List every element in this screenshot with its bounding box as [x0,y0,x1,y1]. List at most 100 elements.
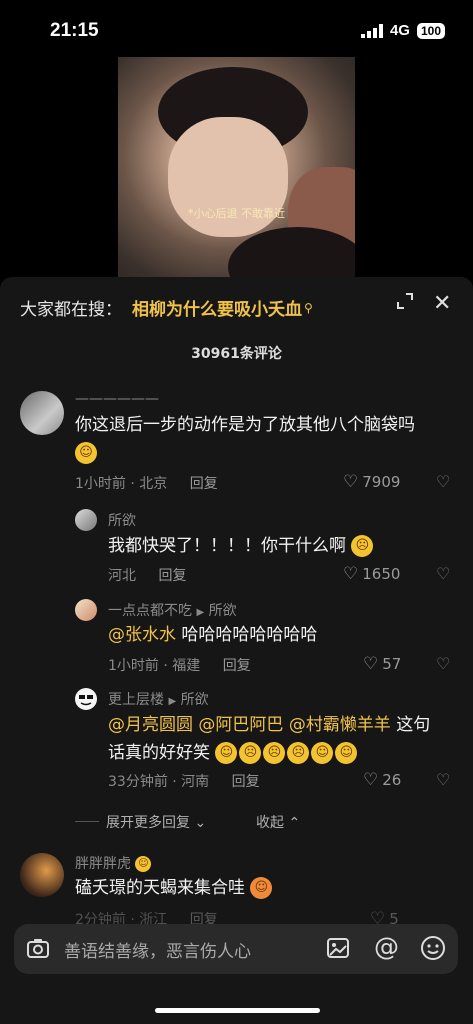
reply-author-name: 更上层楼 [108,692,164,708]
avatar[interactable] [75,599,97,621]
mention-icon[interactable]: @ [374,932,399,961]
comment-meta: 河北 回复 [108,565,186,585]
heart-icon: ♡ [363,770,379,790]
comment-time-location: 1小时前 · 福建 [108,658,201,674]
home-indicator[interactable] [155,1008,320,1013]
mention-link[interactable]: @阿巴阿巴 [198,715,283,735]
dislike-icon[interactable]: ♡ [436,472,450,491]
comment-author[interactable]: —————— [75,391,159,407]
comment-meta: 33分钟前 · 河南 回复 [108,771,260,791]
reply-target-name: 所欲 [180,692,209,708]
heart-icon: ♡ [363,654,379,674]
search-prefix: 大家都在搜： [20,300,122,320]
dislike-icon[interactable]: ♡ [436,564,450,583]
comment-text: @张水水 哈哈哈哈哈哈哈哈 [108,621,448,649]
collapse-button[interactable]: 收起 ⌃ [256,812,300,832]
comment-author[interactable]: 胖胖胖虎 ☺ [75,853,153,873]
comment-meta: 1小时前 · 北京 回复 [75,473,218,493]
dislike-icon[interactable]: ♡ [436,770,450,789]
battery-indicator: 100 [416,22,445,39]
mention-link[interactable]: @张水水 [108,625,176,645]
comment-text: 我都快哭了！！！！你干什么啊 ☹ [108,532,448,560]
comment-input[interactable]: 善语结善缘，恶言伤人心 [64,937,251,962]
crying-emoji-icon: ☹ [287,742,310,764]
comment-author[interactable]: 更上层楼 ▶ 所欲 [108,689,209,709]
like-count: 1650 [362,565,401,583]
comment-time-location: 33分钟前 · 河南 [108,774,210,790]
reply-target-name: 所欲 [208,603,237,619]
crying-emoji-icon: ☹ [351,535,374,557]
status-indicators: 4G 100 [360,22,445,39]
crying-emoji-icon: ☹ [263,742,286,764]
comment-author-name: 胖胖胖虎 [75,856,131,872]
comment-text-body: 磕夭璟的天蝎来集合哇 [75,878,245,898]
reply-button[interactable]: 回复 [158,568,186,584]
comment-text: 你这退后一步的动作是为了放其他八个脑袋吗 ☺ [75,411,455,467]
cat-emoji-icon: ☺ [135,856,152,872]
mention-link[interactable]: @月亮圆圆 [108,715,193,735]
comment-author[interactable]: 一点点都不吃 ▶ 所欲 [108,600,237,620]
search-term-link[interactable]: 相柳为什么要吸小夭血 [132,295,302,320]
expand-more-replies-button[interactable]: 展开更多回复 ⌄ [106,812,206,832]
laughing-emoji-icon: ☺ [335,742,358,764]
blushing-emoji-icon: ☺ [250,877,273,899]
comments-count: 30961条评论 [191,346,282,362]
avatar[interactable] [75,688,97,710]
like-button[interactable]: ♡ 1650 [343,564,400,584]
dislike-icon[interactable]: ♡ [436,654,450,673]
like-count: 26 [382,771,402,789]
like-button[interactable]: ♡ 26 [363,770,401,790]
network-label: 4G [389,22,410,39]
avatar[interactable] [20,391,64,435]
heart-icon: ♡ [343,564,359,584]
reply-button[interactable]: 回复 [232,774,260,790]
image-icon[interactable] [326,936,350,960]
reply-arrow-icon: ▶ [168,696,177,707]
signal-icon [360,23,383,38]
mention-link[interactable]: @村霸懒羊羊 [289,715,391,735]
video-subtitle: *小心后退 不敢靠近 [188,207,285,220]
comment-text-body: 哈哈哈哈哈哈哈哈 [176,625,318,645]
laughing-emoji-icon: ☺ [311,742,334,764]
avatar[interactable] [75,509,97,531]
comments-sheet: 大家都在搜： 相柳为什么要吸小夭血 ⚲ ✕ 30961条评论 —————— 你这… [0,277,473,1024]
status-time: 21:15 [50,20,99,41]
like-count: 7909 [362,473,401,491]
divider [75,821,99,822]
comment-meta: 1小时前 · 福建 回复 [108,655,251,675]
comment-text: @月亮圆圆 @阿巴阿巴 @村霸懒羊羊 这句 话真的好好笑 ☺ ☹ ☹ ☹ ☺ ☺ [108,711,453,767]
heart-icon: ♡ [343,472,359,492]
reply-author-name: 一点点都不吃 [108,603,192,619]
comment-text: 磕夭璟的天蝎来集合哇 ☺ [75,874,455,902]
like-button[interactable]: ♡ 7909 [343,472,400,492]
comment-time-location: 1小时前 · 北京 [75,476,168,492]
comment-location: 河北 [108,568,136,584]
emoji-icon[interactable] [420,935,446,961]
reply-arrow-icon: ▶ [196,607,205,618]
chevron-up-icon: ⌃ [288,815,301,831]
trending-search[interactable]: 大家都在搜： 相柳为什么要吸小夭血 ⚲ [20,295,313,320]
avatar[interactable] [20,853,64,897]
search-icon: ⚲ [304,300,313,315]
laughing-emoji-icon: ☺ [215,742,238,764]
comment-text-body: 我都快哭了！！！！你干什么啊 [108,536,346,556]
collapse-label: 收起 [256,815,284,831]
comment-text-body: 话真的好好笑 [108,743,210,763]
like-button[interactable]: ♡ 57 [363,654,401,674]
video-player[interactable]: *小心后退 不敢靠近 [118,57,355,277]
comment-input-bar[interactable]: 善语结善缘，恶言伤人心 @ [14,924,458,974]
expand-more-label: 展开更多回复 [106,815,190,831]
close-icon[interactable]: ✕ [433,291,451,316]
chevron-down-icon: ⌄ [194,815,207,831]
comment-author[interactable]: 所欲 [108,510,136,530]
expand-icon[interactable] [397,293,413,309]
status-bar: 21:15 4G 100 [0,0,473,60]
like-count: 57 [382,655,402,673]
reply-button[interactable]: 回复 [190,476,218,492]
reply-button[interactable]: 回复 [223,658,251,674]
camera-icon[interactable] [26,936,50,960]
crying-emoji-icon: ☹ [239,742,262,764]
cartoon-face-icon [79,695,93,706]
comment-text-body: 你这退后一步的动作是为了放其他八个脑袋吗 [75,415,415,435]
pleading-emoji-icon: ☺ [75,442,97,464]
